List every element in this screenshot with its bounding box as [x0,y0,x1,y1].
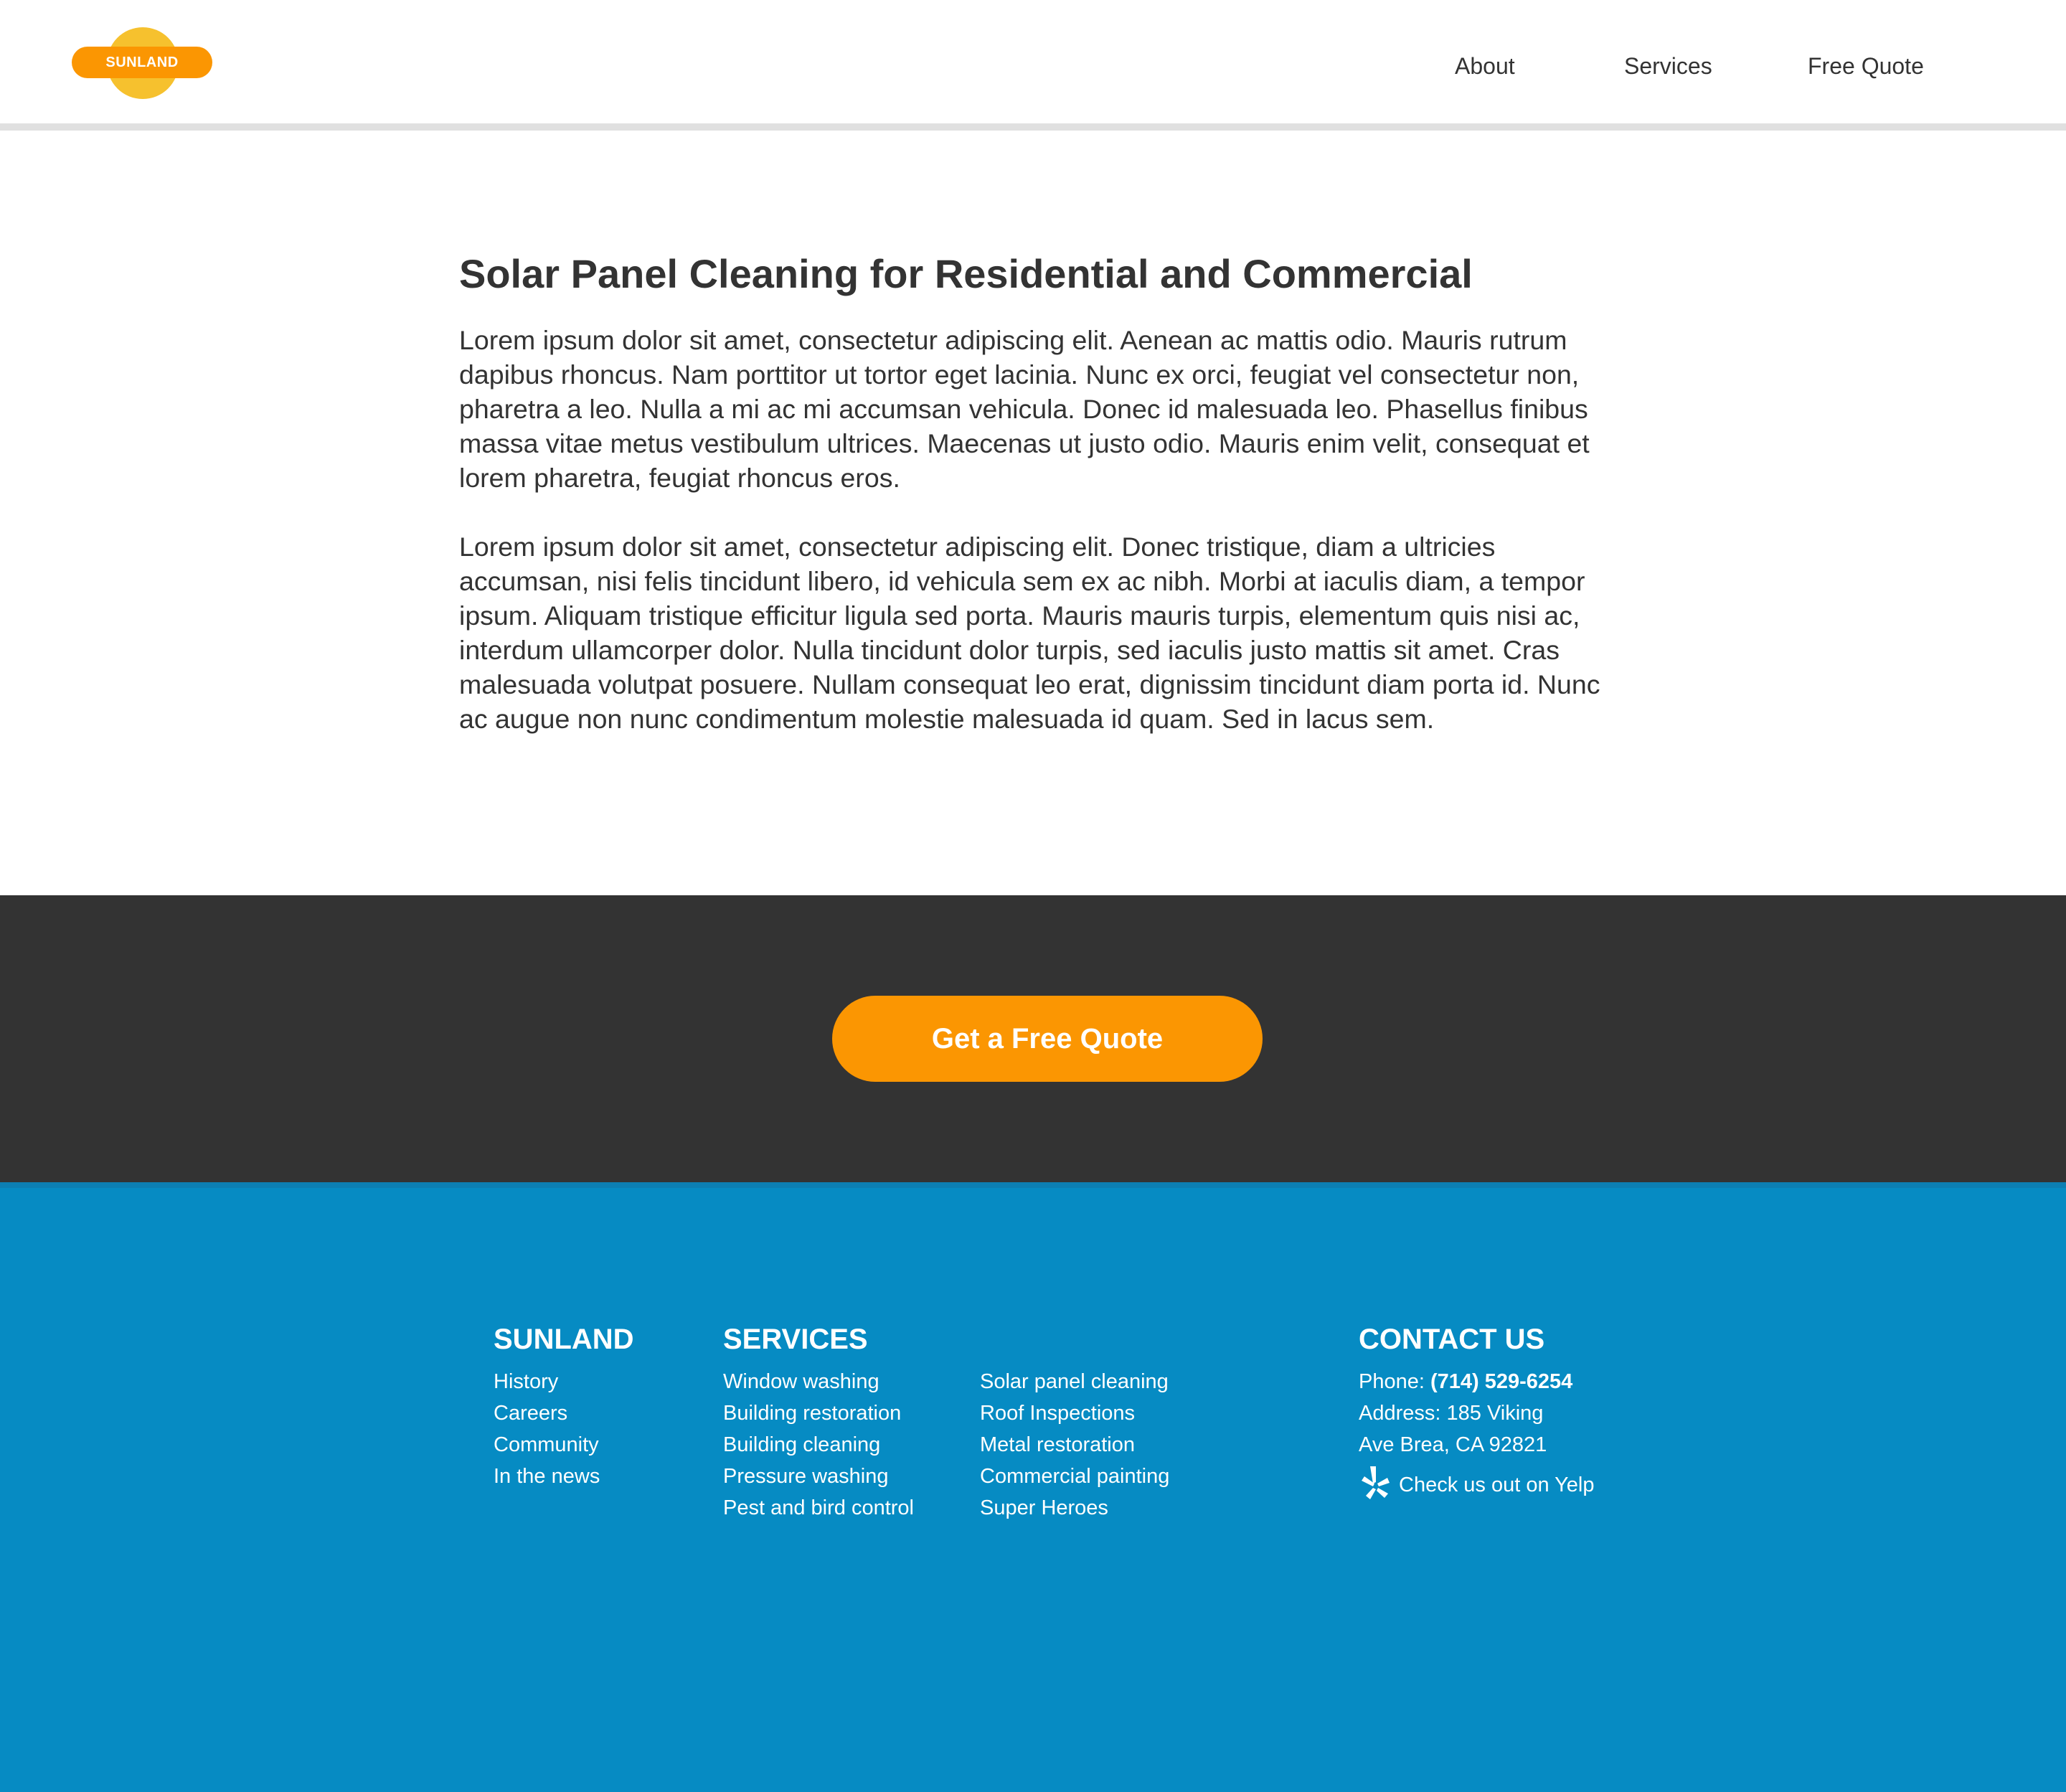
footer-link-pest-bird-control[interactable]: Pest and bird control [723,1496,914,1519]
footer-company-links: History Careers Community In the news [494,1366,634,1492]
footer-services-links-2: Solar panel cleaning Roof Inspections Me… [980,1366,1169,1524]
logo-text: SUNLAND [72,47,212,78]
site-header: SUNLAND About Services Free Quote [0,0,2066,131]
logo[interactable]: SUNLAND [72,27,215,102]
footer-company-column: SUNLAND History Careers Community In the… [494,1321,634,1492]
yelp-row: Check us out on Yelp [1359,1465,1594,1505]
footer-link-roof-inspections[interactable]: Roof Inspections [980,1402,1135,1425]
footer-link-solar-panel-cleaning[interactable]: Solar panel cleaning [980,1370,1169,1393]
footer-link-commercial-painting[interactable]: Commercial painting [980,1465,1169,1488]
main-content: Solar Panel Cleaning for Residential and… [459,244,1614,736]
yelp-link[interactable]: Check us out on Yelp [1399,1469,1594,1501]
footer-link-building-restoration[interactable]: Building restoration [723,1402,901,1425]
footer-link-careers[interactable]: Careers [494,1402,567,1425]
get-free-quote-button[interactable]: Get a Free Quote [832,996,1263,1082]
page-title: Solar Panel Cleaning for Residential and… [459,251,1473,296]
nav-services[interactable]: Services [1624,52,1712,80]
nav-free-quote[interactable]: Free Quote [1808,52,1924,80]
site-footer: SUNLAND History Careers Community In the… [0,1182,2066,1792]
intro-paragraph: Lorem ipsum dolor sit amet, consectetur … [459,325,1590,493]
footer-link-super-heroes[interactable]: Super Heroes [980,1496,1108,1519]
footer-services-column-2: Solar panel cleaning Roof Inspections Me… [980,1366,1169,1524]
footer-services-links-1: Window washing Building restoration Buil… [723,1366,914,1524]
cta-band: Get a Free Quote [0,895,2066,1182]
phone-number[interactable]: (714) 529-6254 [1430,1370,1572,1393]
address-line-2: Ave Brea, CA 92821 [1359,1433,1547,1456]
footer-link-building-cleaning[interactable]: Building cleaning [723,1433,880,1456]
footer-contact-heading: CONTACT US [1359,1324,1545,1355]
address-line-1: Address: 185 Viking [1359,1402,1544,1425]
footer-services-column: SERVICES Window washing Building restora… [723,1321,914,1524]
footer-link-window-washing[interactable]: Window washing [723,1370,879,1393]
footer-services-heading: SERVICES [723,1324,868,1355]
footer-link-pressure-washing[interactable]: Pressure washing [723,1465,889,1488]
contact-phone: Phone: (714) 529-6254 [1359,1366,1594,1397]
footer-contact-column: CONTACT US Phone: (714) 529-6254 Address… [1359,1321,1594,1505]
footer-link-metal-restoration[interactable]: Metal restoration [980,1433,1135,1456]
body-paragraph: Lorem ipsum dolor sit amet, consectetur … [459,532,1600,734]
nav-about[interactable]: About [1455,52,1515,80]
footer-company-heading: SUNLAND [494,1324,634,1355]
footer-link-community[interactable]: Community [494,1433,599,1456]
footer-link-in-the-news[interactable]: In the news [494,1465,600,1488]
phone-label: Phone: [1359,1370,1425,1393]
yelp-icon [1362,1466,1390,1499]
footer-link-history[interactable]: History [494,1370,558,1393]
